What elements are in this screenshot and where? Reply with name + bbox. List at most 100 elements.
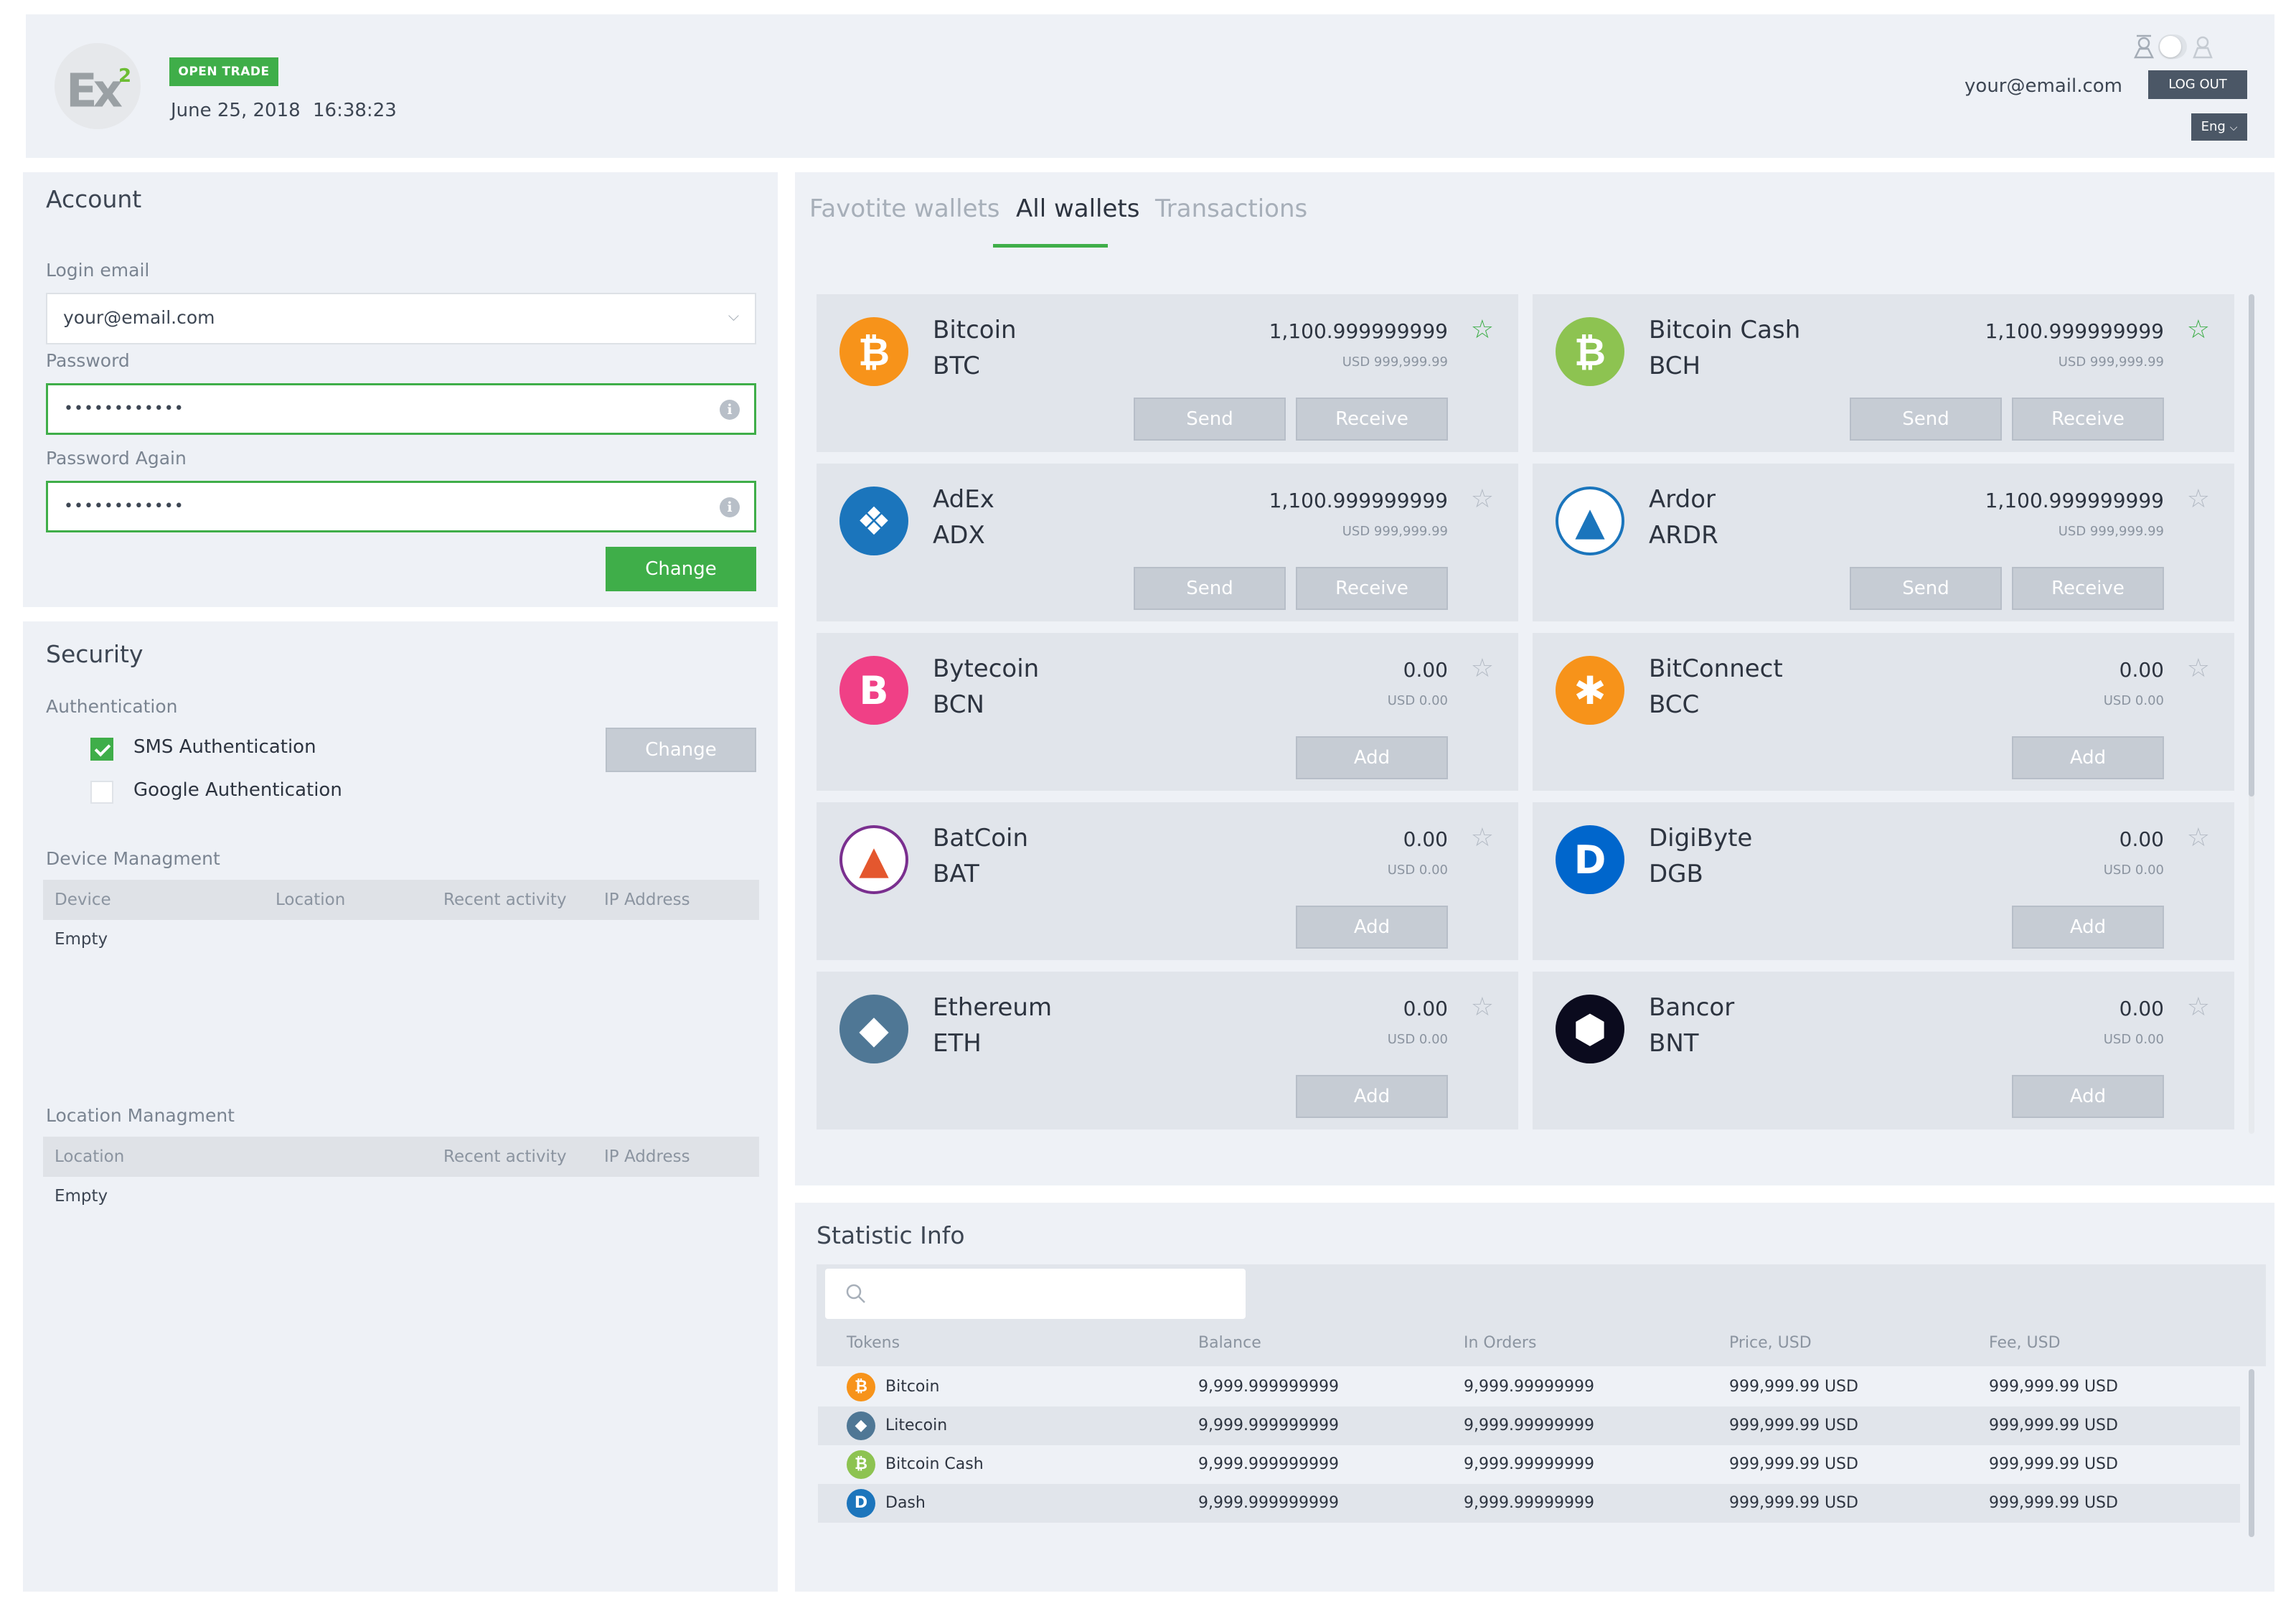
logout-button[interactable]: LOG OUT [2148,70,2247,99]
wallet-card[interactable]: ₿ Bitcoin BTC 1,100.999999999 USD 999,999.99… [817,294,1518,452]
litecoin-icon: ◆ [847,1411,875,1440]
location-empty-text: Empty [55,1187,108,1206]
statistic-scrollbar[interactable] [2249,1369,2254,1537]
favorite-star-icon[interactable]: ☆ [2187,654,2210,683]
wallet-card[interactable]: ✱ BitConnect BCC 0.00 USD 0.00 ☆ Add [1533,633,2234,791]
wallet-name: Ardor [1649,485,1716,514]
wallet-symbol: BCC [1649,690,1700,719]
open-trade-badge[interactable]: OPEN TRADE [169,57,278,86]
favorite-star-icon[interactable]: ☆ [2187,993,2210,1022]
wallet-balance: 0.00 [2119,827,2164,851]
add-wallet-button[interactable]: Add [1296,906,1448,949]
favorite-star-icon[interactable]: ☆ [1471,824,1494,852]
bitcoin-icon: ₿ [847,1373,875,1401]
table-row[interactable]: D Dash 9,999.999999999 9,999.99999999 999,99… [818,1484,2240,1523]
column-header: IP Address [604,1147,690,1166]
theme-toggle[interactable] [2131,32,2214,60]
receive-button[interactable]: Receive [2012,567,2164,610]
change-password-button[interactable]: Change [606,547,756,591]
add-wallet-button[interactable]: Add [1296,1075,1448,1118]
language-select[interactable]: Eng ⌵ [2191,113,2247,141]
wallet-usd-value: USD 0.00 [1387,1032,1448,1047]
column-header-price: Price, USD [1729,1334,1812,1352]
login-email-select[interactable]: your@email.com ⌵ [46,293,756,344]
user-email: your@email.com [1965,75,2122,97]
header-date: June 25, 2018 [171,100,301,121]
cell-balance: 9,999.999999999 [1198,1417,1339,1434]
wallet-scrollbar-thumb[interactable] [2249,294,2254,797]
wallet-name: BatCoin [933,824,1029,852]
wallet-card[interactable]: ₿ Bitcoin Cash BCH 1,100.999999999 USD 999,9… [1533,294,2234,452]
password-field[interactable]: •••••••••••• i [46,383,756,435]
column-header-balance: Balance [1198,1334,1261,1352]
receive-button[interactable]: Receive [1296,567,1448,610]
wallet-balance: 0.00 [1403,827,1448,851]
wallet-balance: 1,100.999999999 [1985,489,2164,512]
column-header: Recent activity [443,891,567,909]
favorite-star-icon[interactable]: ☆ [1471,993,1494,1022]
authentication-label: Authentication [46,696,178,717]
statistic-title: Statistic Info [817,1221,965,1249]
header-bar [26,14,2274,158]
table-row[interactable]: ₿ Bitcoin Cash 9,999.999999999 9,999.999999… [818,1445,2240,1484]
wallet-card[interactable]: D DigiByte DGB 0.00 USD 0.00 ☆ Add [1533,802,2234,960]
column-header: Recent activity [443,1147,567,1166]
wallet-card[interactable]: ⬢ Bancor BNT 0.00 USD 0.00 ☆ Add [1533,972,2234,1129]
google-auth-label[interactable]: Google Authentication [133,779,342,801]
cell-fee: 999,999.99 USD [1989,1494,2118,1512]
table-row[interactable]: ₿ Bitcoin 9,999.999999999 9,999.99999999 999… [818,1368,2240,1406]
wallet-usd-value: USD 0.00 [2103,1032,2164,1047]
password-again-field[interactable]: •••••••••••• i [46,481,756,532]
statistic-search-input[interactable] [825,1269,1246,1319]
cell-fee: 999,999.99 USD [1989,1417,2118,1434]
sms-auth-label[interactable]: SMS Authentication [133,736,316,758]
wallet-card[interactable]: ▲ Ardor ARDR 1,100.999999999 USD 999,999.99 ☆… [1533,464,2234,621]
wallet-balance: 0.00 [1403,997,1448,1020]
favorite-star-icon[interactable]: ☆ [2187,485,2210,514]
wallet-balance: 0.00 [1403,658,1448,682]
send-button[interactable]: Send [1850,567,2002,610]
favorite-star-icon[interactable]: ☆ [1471,485,1494,514]
wallet-usd-value: USD 0.00 [1387,693,1448,708]
location-management-title: Location Managment [46,1105,235,1126]
send-button[interactable]: Send [1134,567,1286,610]
add-wallet-button[interactable]: Add [2012,1075,2164,1118]
security-title: Security [46,640,144,668]
wallet-usd-value: USD 0.00 [1387,863,1448,878]
info-icon[interactable]: i [720,400,740,420]
wallet-card[interactable]: ▲ BatCoin BAT 0.00 USD 0.00 ☆ Add [817,802,1518,960]
favorite-star-icon[interactable]: ☆ [2187,316,2210,344]
tab-transactions[interactable]: Transactions [1155,192,1307,225]
add-wallet-button[interactable]: Add [2012,906,2164,949]
tab-favorite-wallets[interactable]: Favotite wallets [809,192,1000,225]
tab-all-wallets[interactable]: All wallets [1016,192,1139,225]
change-auth-button[interactable]: Change [606,728,756,772]
exchange-logo[interactable]: Ex2 [55,43,141,129]
info-icon[interactable]: i [720,497,740,517]
receive-button[interactable]: Receive [2012,398,2164,441]
wallet-card[interactable]: B Bytecoin BCN 0.00 USD 0.00 ☆ Add [817,633,1518,791]
favorite-star-icon[interactable]: ☆ [1471,316,1494,344]
add-wallet-button[interactable]: Add [1296,736,1448,779]
add-wallet-button[interactable]: Add [2012,736,2164,779]
password-again-label: Password Again [46,448,187,469]
sms-auth-checkbox[interactable] [90,738,113,761]
wallet-card[interactable]: ❖ AdEx ADX 1,100.999999999 USD 999,999.99 ☆ Se… [817,464,1518,621]
wallet-name: AdEx [933,485,994,514]
table-row[interactable]: ◆ Litecoin 9,999.999999999 9,999.99999999 99… [818,1406,2240,1445]
wallet-symbol: DGB [1649,860,1703,888]
bitcoin-icon: ₿ [839,317,908,386]
logo-text: Ex [66,65,123,118]
wallet-usd-value: USD 0.00 [2103,693,2164,708]
favorite-star-icon[interactable]: ☆ [1471,654,1494,683]
send-button[interactable]: Send [1850,398,2002,441]
password-label: Password [46,350,130,371]
header-time: 16:38:23 [313,100,397,121]
google-auth-checkbox[interactable] [90,781,113,804]
receive-button[interactable]: Receive [1296,398,1448,441]
favorite-star-icon[interactable]: ☆ [2187,824,2210,852]
send-button[interactable]: Send [1134,398,1286,441]
wallet-usd-value: USD 999,999.99 [2058,354,2164,370]
adex-icon: ❖ [839,487,908,555]
wallet-card[interactable]: ◆ Ethereum ETH 0.00 USD 0.00 ☆ Add [817,972,1518,1129]
